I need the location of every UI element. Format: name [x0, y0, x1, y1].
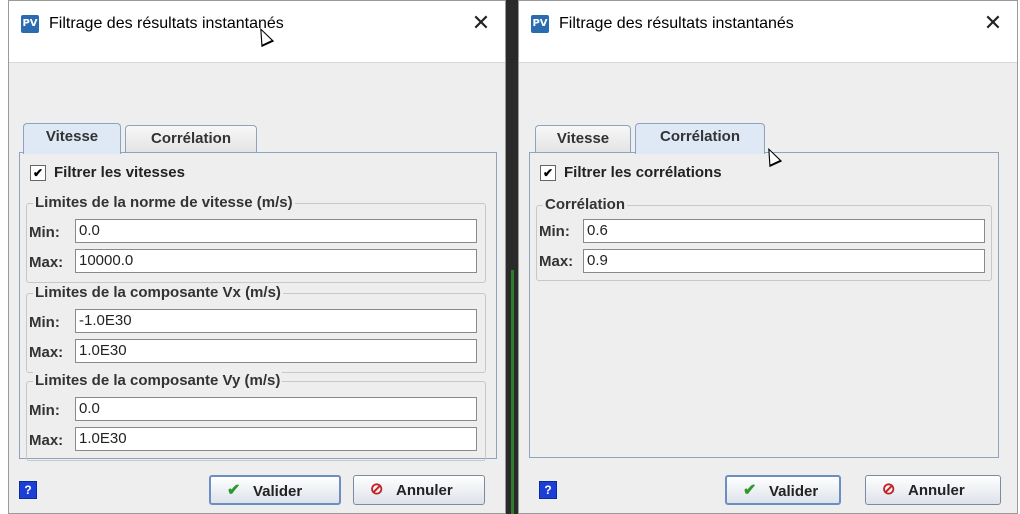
- background-window-edge: [511, 270, 514, 514]
- filter-correlations-label: Filtrer les corrélations: [564, 164, 722, 181]
- group-title: Limites de la composante Vy (m/s): [33, 372, 283, 389]
- group-norme-vitesse: Limites de la norme de vitesse (m/s) Min…: [26, 194, 486, 283]
- vx-max-input[interactable]: 1.0E30: [75, 339, 477, 363]
- min-label: Min:: [29, 402, 60, 419]
- group-correlation: Corrélation Min: 0.6 Max: 0.9: [536, 196, 992, 281]
- valider-label: Valider: [253, 483, 303, 500]
- min-label: Min:: [29, 314, 60, 331]
- vy-min-input[interactable]: 0.0: [75, 397, 477, 421]
- group-composante-vy: Limites de la composante Vy (m/s) Min: 0…: [26, 372, 486, 461]
- annuler-button[interactable]: ⊘ Annuler: [353, 475, 485, 505]
- tab-vitesse[interactable]: Vitesse: [535, 125, 631, 153]
- max-label: Max:: [539, 253, 574, 270]
- tab-correlation[interactable]: Corrélation: [635, 123, 765, 154]
- help-icon[interactable]: ?: [19, 481, 37, 499]
- group-title: Corrélation: [543, 196, 628, 213]
- window-title: Filtrage des résultats instantanés: [559, 15, 794, 32]
- tab-panel-correlation: ✔ Filtrer les corrélations Corrélation M…: [529, 152, 999, 458]
- min-label: Min:: [539, 223, 570, 240]
- max-label: Max:: [29, 432, 64, 449]
- cancel-icon: ⊘: [882, 481, 896, 498]
- filter-dialog-vitesse: PV Filtrage des résultats instantanés ✕ …: [8, 0, 506, 514]
- app-icon: PV: [21, 15, 39, 33]
- app-icon: PV: [531, 15, 549, 33]
- title-bar: PV Filtrage des résultats instantanés ✕: [519, 1, 1017, 63]
- tab-correlation[interactable]: Corrélation: [125, 125, 257, 153]
- filter-dialog-correlation: PV Filtrage des résultats instantanés ✕ …: [518, 0, 1018, 514]
- norme-min-input[interactable]: 0.0: [75, 219, 477, 243]
- screen-divider: [506, 0, 518, 514]
- min-label: Min:: [29, 224, 60, 241]
- max-label: Max:: [29, 254, 64, 271]
- norme-max-input[interactable]: 10000.0: [75, 249, 477, 273]
- annuler-label: Annuler: [908, 482, 965, 499]
- group-title: Limites de la composante Vx (m/s): [33, 284, 283, 301]
- max-label: Max:: [29, 344, 64, 361]
- filter-correlations-checkbox[interactable]: ✔: [540, 165, 556, 181]
- cancel-icon: ⊘: [370, 481, 384, 498]
- checkmark-icon: ✔: [227, 482, 241, 499]
- group-composante-vx: Limites de la composante Vx (m/s) Min: -…: [26, 284, 486, 373]
- valider-label: Valider: [769, 483, 819, 500]
- correlation-max-input[interactable]: 0.9: [583, 249, 985, 273]
- annuler-button[interactable]: ⊘ Annuler: [865, 475, 1001, 505]
- valider-button[interactable]: ✔ Valider: [209, 475, 341, 505]
- group-title: Limites de la norme de vitesse (m/s): [33, 194, 295, 211]
- filter-vitesses-label: Filtrer les vitesses: [54, 164, 185, 181]
- window-title: Filtrage des résultats instantanés: [49, 15, 284, 32]
- help-icon[interactable]: ?: [539, 481, 557, 499]
- vy-max-input[interactable]: 1.0E30: [75, 427, 477, 451]
- close-icon[interactable]: ✕: [979, 9, 1007, 37]
- checkmark-icon: ✔: [743, 482, 757, 499]
- tab-panel-vitesse: ✔ Filtrer les vitesses Limites de la nor…: [19, 152, 497, 461]
- vx-min-input[interactable]: -1.0E30: [75, 309, 477, 333]
- correlation-min-input[interactable]: 0.6: [583, 219, 985, 243]
- filter-vitesses-checkbox[interactable]: ✔: [30, 165, 46, 181]
- annuler-label: Annuler: [396, 482, 453, 499]
- valider-button[interactable]: ✔ Valider: [725, 475, 841, 505]
- tab-vitesse[interactable]: Vitesse: [23, 123, 121, 154]
- close-icon[interactable]: ✕: [467, 9, 495, 37]
